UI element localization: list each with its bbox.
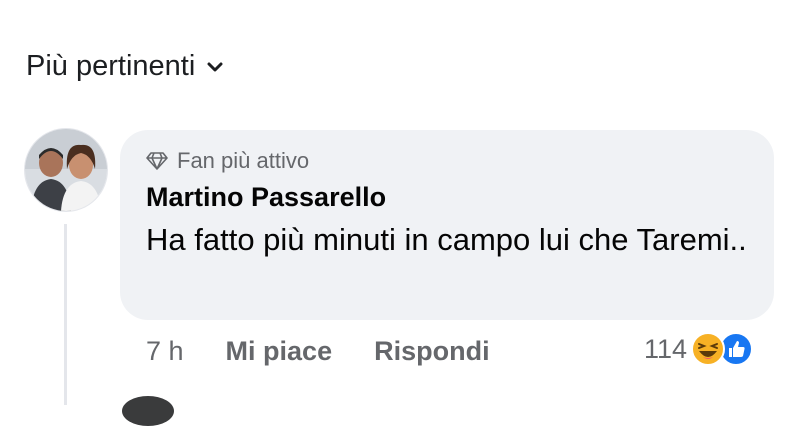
thread-line [64,224,67,405]
fan-badge: Fan più attivo [146,146,748,176]
chevron-down-icon [207,62,223,71]
like-button[interactable]: Mi piace [226,336,333,367]
comment-bubble: Fan più attivo Martino Passarello Ha fat… [120,130,774,320]
sort-dropdown[interactable]: Più pertinenti [26,50,223,83]
reaction-count: 114 [644,333,688,364]
reactions-summary[interactable]: 114 [644,332,754,366]
avatar[interactable] [24,128,108,212]
haha-icon [691,332,726,366]
reply-button[interactable]: Rispondi [374,336,490,367]
sort-label: Più pertinenti [26,50,196,82]
comment-timestamp[interactable]: 7 h [146,336,184,367]
comment-actions: 7 h Mi piace Rispondi [146,336,532,367]
comment-author[interactable]: Martino Passarello [146,182,748,213]
badge-label: Fan più attivo [177,148,310,173]
comment-text: Ha fatto più minuti in campo lui che Tar… [146,222,747,257]
avatar-photo [25,129,107,211]
diamond-icon [146,152,168,170]
next-comment-avatar[interactable] [122,396,174,426]
